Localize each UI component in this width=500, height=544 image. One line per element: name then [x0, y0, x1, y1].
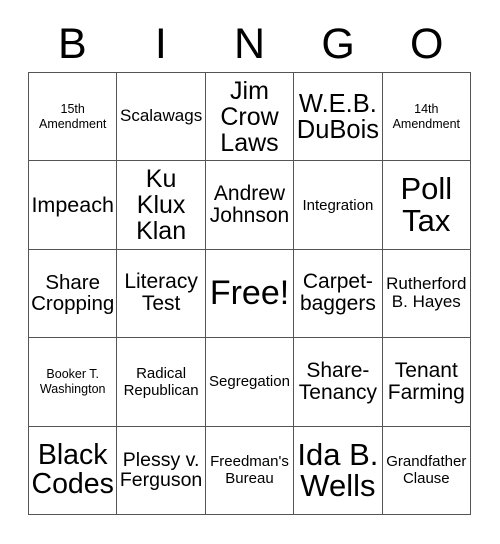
bingo-header: B I N G O: [28, 16, 471, 72]
bingo-cell-label: Impeach: [31, 192, 114, 217]
bingo-cell-label: Rutherford B. Hayes: [386, 273, 467, 312]
bingo-cell[interactable]: Share-Tenancy: [294, 338, 383, 427]
bingo-cell[interactable]: Plessy v. Ferguson: [117, 426, 206, 515]
bingo-cell[interactable]: Ku Klux Klan: [117, 161, 206, 250]
bingo-cell[interactable]: Jim Crow Laws: [205, 73, 295, 162]
bingo-cell-label: 14th Amendment: [392, 102, 460, 131]
bingo-cell-label: Segregation: [209, 373, 290, 391]
bingo-cell[interactable]: Carpet-baggers: [294, 249, 383, 339]
bingo-cell[interactable]: 14th Amendment: [382, 73, 471, 162]
bingo-cell[interactable]: Scalawags: [117, 73, 206, 162]
bingo-cell[interactable]: Literacy Test: [117, 249, 206, 339]
bingo-cell[interactable]: Andrew Johnson: [205, 161, 295, 250]
bingo-cell[interactable]: Rutherford B. Hayes: [382, 249, 471, 339]
bingo-cell-label: W.E.B. DuBois: [296, 89, 379, 144]
bingo-cell-label: Share-Tenancy: [298, 358, 377, 404]
bingo-header-letter-g: G: [321, 19, 355, 68]
bingo-cell-label: Plessy v. Ferguson: [119, 448, 203, 492]
bingo-cell[interactable]: Share Cropping: [29, 249, 118, 339]
bingo-cell[interactable]: Impeach: [29, 161, 118, 250]
bingo-cell-label: Booker T. Washington: [39, 367, 106, 396]
bingo-cell-label: Jim Crow Laws: [220, 76, 279, 157]
bingo-cell[interactable]: Black Codes: [29, 426, 118, 515]
bingo-cell[interactable]: Integration: [294, 161, 383, 250]
bingo-header-letter-o: O: [409, 19, 444, 68]
bingo-cell-label: Share Cropping: [31, 270, 115, 316]
bingo-cell-label: Scalawags: [119, 106, 203, 126]
bingo-free-space[interactable]: Free!: [205, 249, 295, 339]
bingo-cell-label: Black Codes: [31, 439, 114, 501]
bingo-cell[interactable]: Poll Tax: [382, 161, 471, 250]
bingo-cell[interactable]: Grandfather Clause: [382, 426, 471, 515]
bingo-cell[interactable]: Ida B. Wells: [294, 426, 383, 515]
bingo-cell[interactable]: Freedman's Bureau: [205, 426, 295, 515]
bingo-cell[interactable]: Booker T. Washington: [29, 338, 118, 427]
bingo-cell-label: Integration: [302, 196, 374, 214]
bingo-header-letter-n: N: [233, 19, 266, 68]
bingo-header-letter-b: B: [57, 19, 87, 68]
bingo-cell[interactable]: Radical Republican: [117, 338, 206, 427]
bingo-cell-label: Radical Republican: [123, 364, 199, 399]
bingo-free-space-label: Free!: [209, 274, 290, 313]
bingo-cell-label: Grandfather Clause: [386, 453, 467, 488]
bingo-cell-label: Ida B. Wells: [297, 436, 379, 504]
bingo-cell[interactable]: W.E.B. DuBois: [294, 73, 383, 162]
bingo-cell[interactable]: Tenant Farming: [382, 338, 471, 427]
bingo-header-letter-i: I: [154, 19, 167, 68]
bingo-cell-label: Poll Tax: [400, 171, 453, 239]
bingo-cell[interactable]: Segregation: [205, 338, 295, 427]
bingo-cell-label: Ku Klux Klan: [136, 165, 187, 246]
bingo-cell[interactable]: 15th Amendment: [29, 73, 118, 162]
bingo-cell-label: Freedman's Bureau: [210, 453, 289, 488]
bingo-cell-label: Andrew Johnson: [209, 181, 290, 228]
bingo-cell-label: Tenant Farming: [387, 358, 465, 404]
bingo-card: B I N G O 15th Amendment Scalawags Jim Cro…: [0, 0, 500, 544]
bingo-cell-label: 15th Amendment: [38, 102, 107, 131]
bingo-cell-label: Literacy Test: [124, 270, 198, 316]
bingo-cell-label: Carpet-baggers: [299, 270, 376, 316]
bingo-grid: 15th Amendment Scalawags Jim Crow Laws W.E.…: [28, 72, 471, 515]
